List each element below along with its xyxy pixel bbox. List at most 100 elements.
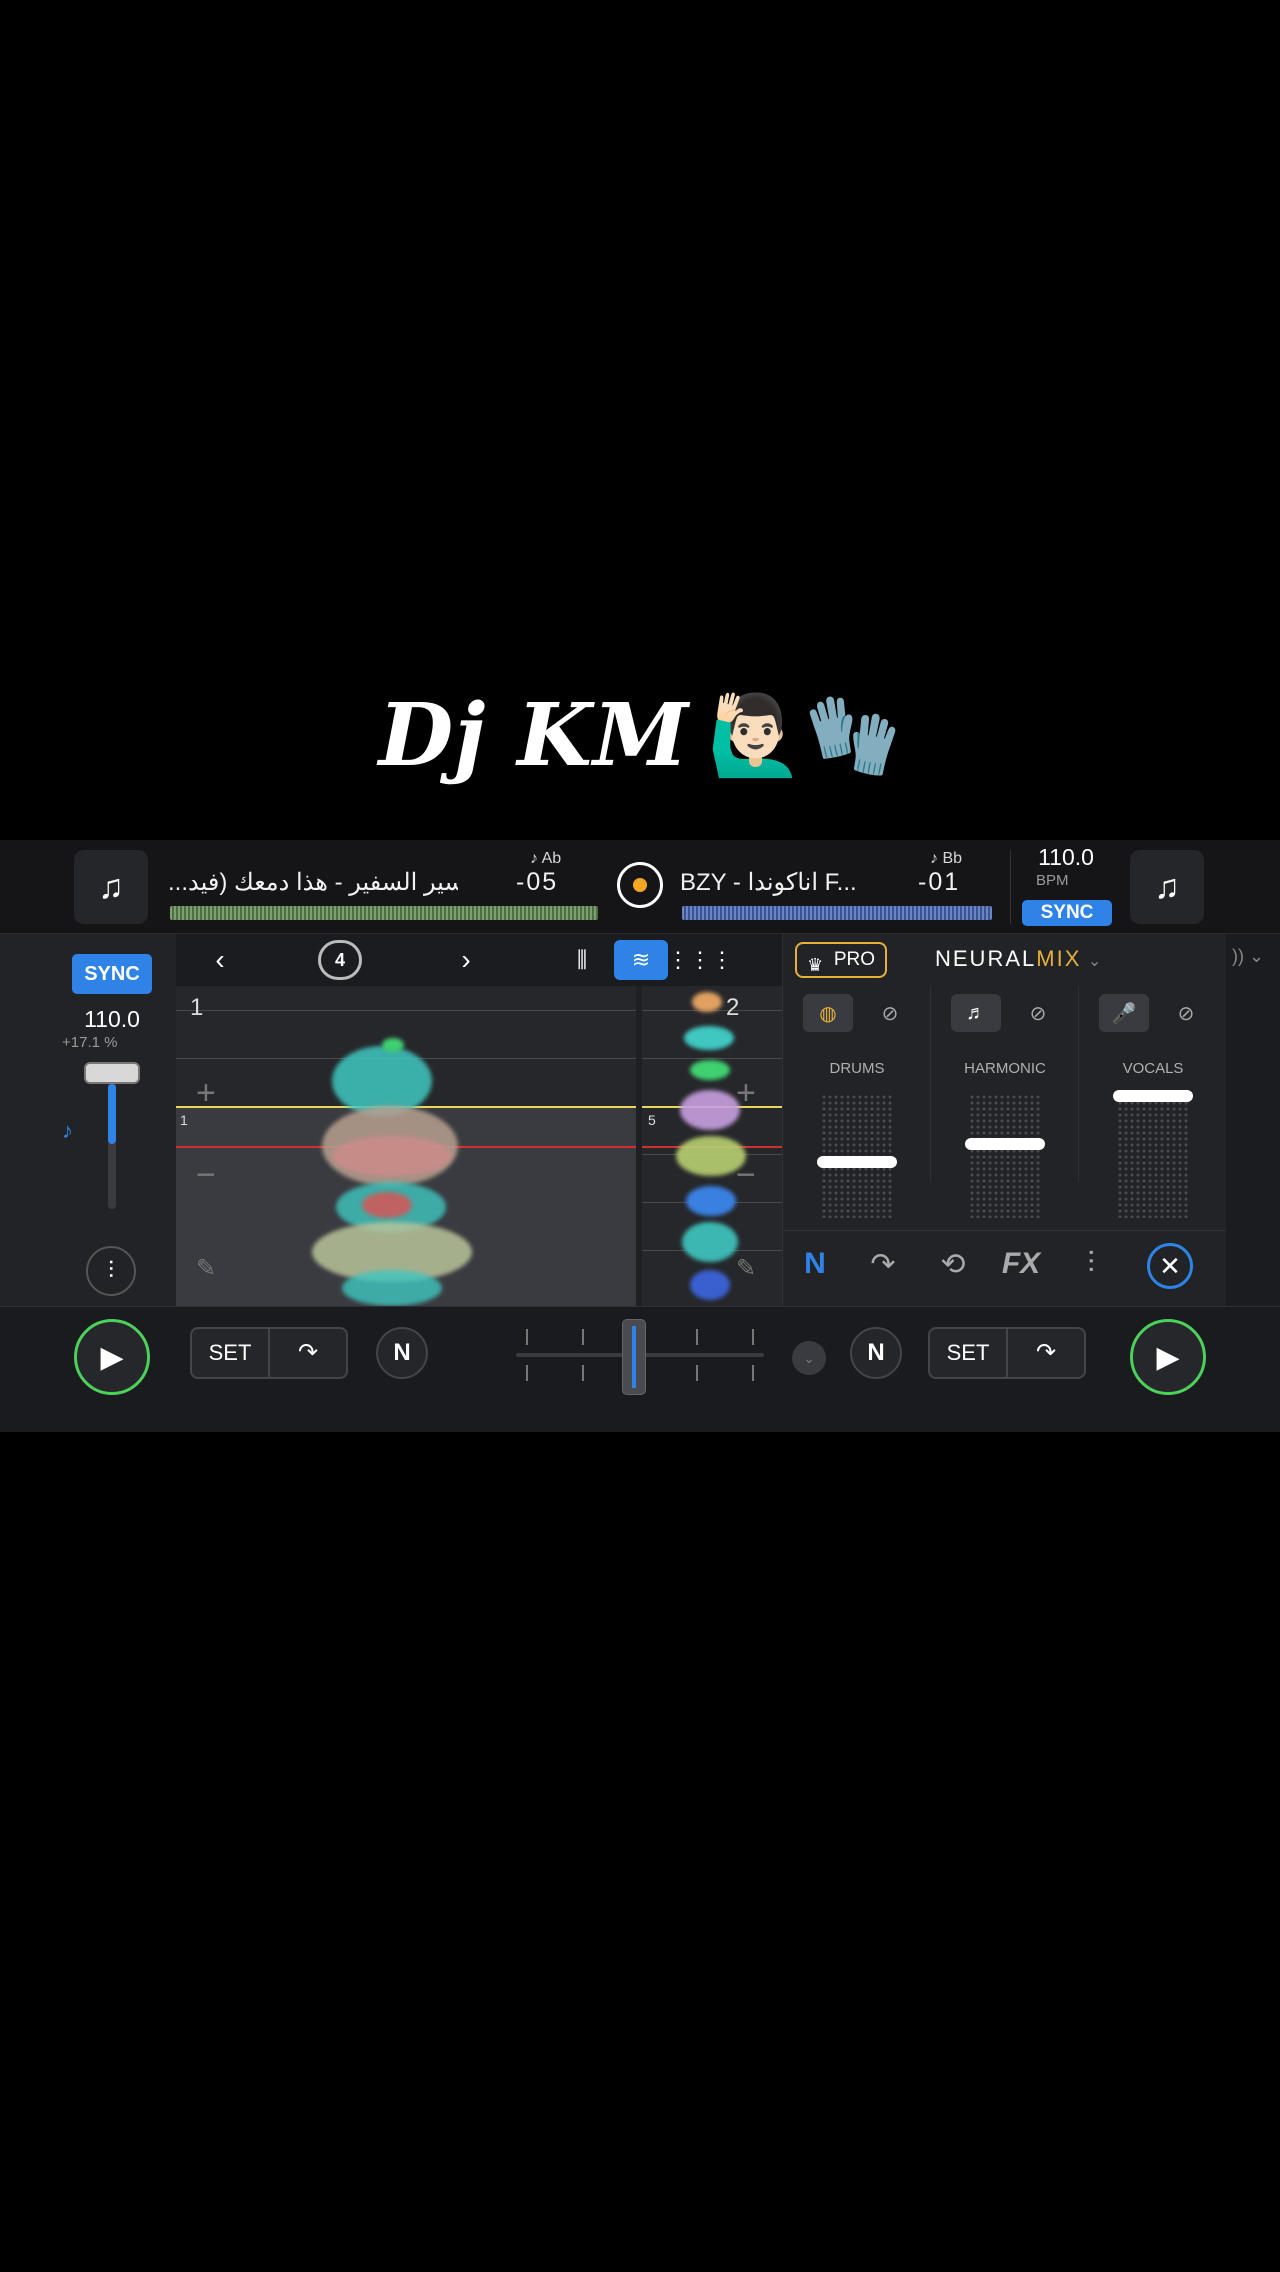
crossfader-knob[interactable] (622, 1319, 646, 1395)
pencil-icon[interactable]: ✎ (196, 1254, 216, 1283)
neural-mix-toolbar: N ↷ ⟲ FX ⫶ ✕ (783, 1230, 1227, 1306)
deck-a-key[interactable]: ♪ Ab (530, 850, 561, 868)
close-icon[interactable]: ✕ (1147, 1243, 1193, 1289)
microphone-icon[interactable]: 🎤 (1099, 994, 1149, 1032)
chevron-left-icon[interactable]: ‹ (200, 940, 240, 980)
waveform-segment (362, 1192, 412, 1218)
instruments-icon[interactable]: ♬ (951, 994, 1001, 1032)
deck-b-time: -01 (918, 868, 961, 896)
music-note-icon: ♫ (98, 867, 124, 906)
deck-b-waveform[interactable]: 2 5 + − ✎ (642, 986, 782, 1306)
deck-a-tempo-panel: SYNC 110.0 +17.1 % ♪ ⫶ (0, 934, 176, 1306)
play-icon: ▶ (1156, 1340, 1180, 1374)
key-lock-icon[interactable]: ♪ (62, 1118, 73, 1144)
jump-icon[interactable]: ↷ (863, 1247, 903, 1282)
mute-drums-icon[interactable]: ⊘ (865, 994, 915, 1032)
mixer-icon[interactable]: ⫶ (86, 1246, 136, 1296)
deck-b-set-button[interactable]: SET (930, 1329, 1008, 1377)
deck-a-title: ...يسير السفير - هذا دمعك (فيد (168, 869, 458, 896)
chevron-right-icon[interactable]: › (446, 940, 486, 980)
stem-fader-track[interactable] (1117, 1094, 1189, 1218)
deck-a-number[interactable]: 1 (190, 994, 203, 1022)
stem-fader-track[interactable] (969, 1094, 1041, 1218)
deck-a-neural-button[interactable]: N (376, 1327, 428, 1379)
deck-a-sync-button[interactable]: SYNC (72, 954, 152, 994)
stem-label: VOCALS (1122, 1060, 1184, 1077)
zoom-out-icon[interactable]: − (736, 1156, 756, 1195)
deck-b-overview-waveform[interactable] (682, 906, 992, 920)
deck-b-key[interactable]: ♪ Bb (930, 850, 962, 868)
track-info-bar: ♫ ...يسير السفير - هذا دمعك (فيد ♪ Ab -0… (0, 840, 1280, 934)
pitch-slider-fill (108, 1084, 116, 1144)
deck-b-number[interactable]: 2 (726, 994, 739, 1022)
library-button-right[interactable]: ♫ (1130, 850, 1204, 924)
deck-a-jump-icon[interactable]: ↷ (270, 1329, 346, 1377)
deck-a-set-button[interactable]: SET (192, 1329, 270, 1377)
music-note-icon: ♫ (1154, 867, 1180, 906)
deck-b-sync-button[interactable]: SYNC (1022, 900, 1112, 926)
library-button-left[interactable]: ♫ (74, 850, 148, 924)
djay-app: ♫ ...يسير السفير - هذا دمعك (فيد ♪ Ab -0… (0, 840, 1280, 1432)
play-icon: ▶ (100, 1340, 124, 1374)
drum-icon[interactable]: ◍ (803, 994, 853, 1032)
output-panel: )) ⌄ (1226, 934, 1280, 1306)
overlay-title: Dj KM 🙋🏻‍♂️🧤 (0, 680, 1280, 790)
deck-b-jump-icon[interactable]: ↷ (1008, 1329, 1084, 1377)
eq-icon[interactable]: ⫶ (1071, 1247, 1111, 1281)
record-button[interactable] (617, 862, 663, 908)
chevron-down-icon[interactable]: ⌄ (792, 1341, 826, 1375)
loop-length-value: 4 (334, 949, 345, 970)
stem-fader-knob[interactable] (1113, 1090, 1193, 1102)
grid-view-icon[interactable]: ⋮⋮⋮ (667, 940, 733, 980)
zoom-out-icon[interactable]: − (196, 1156, 216, 1195)
waveform-segment (690, 1060, 730, 1080)
pro-label: PRO (833, 949, 875, 970)
zoom-in-icon[interactable]: + (736, 1074, 756, 1113)
waveform-view-icon[interactable]: ≋ (614, 940, 668, 980)
deck-b-bpm-label: BPM (1036, 872, 1069, 889)
pencil-icon[interactable]: ✎ (736, 1254, 756, 1283)
deck-a-pitch[interactable]: +17.1 % (62, 1034, 117, 1051)
waveform-segment (684, 1026, 734, 1050)
fx-icon[interactable]: FX (1001, 1247, 1041, 1281)
deck-b-neural-button[interactable]: N (850, 1327, 902, 1379)
deck-a-play-button[interactable]: ▶ (74, 1319, 150, 1395)
neural-mix-title[interactable]: NEURALMIX ⌄ (935, 946, 1103, 972)
deck-a-cue-group: SET ↷ (190, 1327, 348, 1379)
stem-fader-knob[interactable] (817, 1156, 897, 1168)
stem-harmonic: ♬ ⊘ HARMONIC (931, 986, 1079, 1218)
grid-line (176, 1010, 636, 1011)
mute-vocals-icon[interactable]: ⊘ (1161, 994, 1211, 1032)
waveform-segment (682, 1222, 738, 1262)
waveform-segment (382, 1038, 404, 1052)
deck-b-cue-group: SET ↷ (928, 1327, 1086, 1379)
deck-b-play-button[interactable]: ▶ (1130, 1319, 1206, 1395)
deck-a-waveform[interactable]: 1 1 + − ✎ (176, 986, 636, 1306)
divider (1010, 850, 1011, 924)
waveform-segment (332, 1136, 452, 1176)
pro-badge[interactable]: ♛ PRO (795, 942, 887, 978)
deck-b-title: BZY - اناكوندا F... (680, 869, 857, 896)
deck-a-overview-waveform[interactable] (170, 906, 598, 920)
transport-bar: ▶ SET ↷ N ⌄ N SET ↷ ▶ (0, 1306, 1280, 1432)
eq-bars-icon[interactable]: ⫼ (560, 940, 604, 980)
stem-fader-knob[interactable] (965, 1138, 1045, 1150)
zoom-in-icon[interactable]: + (196, 1074, 216, 1113)
mute-harmonic-icon[interactable]: ⊘ (1013, 994, 1063, 1032)
waveform-segment (342, 1270, 442, 1306)
speaker-icon[interactable]: )) ⌄ (1232, 946, 1264, 967)
deck-a-bpm: 110.0 (84, 1006, 140, 1032)
loop-icon[interactable]: ⟲ (933, 1247, 973, 1282)
neural-mix-header: ♛ PRO NEURALMIX ⌄ (783, 934, 1227, 986)
deck-a-time: -05 (516, 868, 559, 896)
stem-vocals: 🎤 ⊘ VOCALS (1079, 986, 1227, 1218)
loop-length-button[interactable]: 4 (318, 940, 362, 980)
neural-mix-title-gold: MIX (1036, 946, 1082, 971)
waveform-segment (690, 1270, 730, 1300)
pitch-slider-knob[interactable] (84, 1062, 140, 1084)
neural-mix-icon[interactable]: N (795, 1247, 835, 1281)
dj-icon: ♛ (807, 955, 824, 975)
chevron-down-icon: ⌄ (1081, 953, 1104, 970)
deck-b-cue-label: 5 (648, 1112, 656, 1128)
waveform-segment (680, 1090, 740, 1130)
